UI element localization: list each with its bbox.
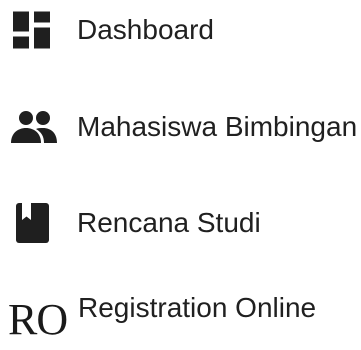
- sidebar-item-label: Dashboard: [77, 14, 214, 45]
- sidebar-item-registration-online[interactable]: RO Registration Online: [0, 290, 361, 350]
- sidebar-item-dashboard[interactable]: Dashboard: [0, 0, 361, 60]
- book-icon: [16, 203, 49, 243]
- sidebar-item-label: Registration Online: [78, 292, 317, 323]
- sidebar-menu: Dashboard Mahasiswa Bimbingan Rencana St…: [0, 0, 361, 344]
- sidebar-item-label: Rencana Studi: [77, 207, 261, 238]
- sidebar-item-rencana-studi[interactable]: Rencana Studi: [0, 193, 361, 253]
- people-icon: [11, 111, 57, 143]
- ro-icon: RO: [8, 295, 68, 344]
- dashboard-icon: [13, 11, 50, 49]
- sidebar-item-label: Mahasiswa Bimbingan: [77, 111, 358, 142]
- sidebar-item-mahasiswa-bimbingan[interactable]: Mahasiswa Bimbingan: [0, 97, 361, 157]
